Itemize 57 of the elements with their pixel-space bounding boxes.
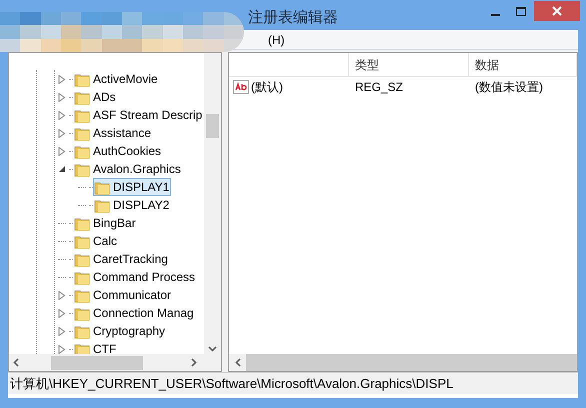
column-header[interactable]: 数据 <box>469 53 577 76</box>
folder-icon <box>74 216 90 230</box>
folder-icon <box>74 324 90 338</box>
folder-icon <box>74 72 90 86</box>
expand-arrow-icon[interactable] <box>58 326 66 336</box>
tree-item[interactable]: AuthCookies <box>73 142 164 160</box>
folder-icon <box>94 198 110 212</box>
tree-item[interactable]: BingBar <box>73 214 138 232</box>
column-header[interactable]: 类型 <box>349 53 469 76</box>
tree-item[interactable]: ActiveMovie <box>73 70 160 88</box>
scrollbar-thumb[interactable] <box>51 356 143 370</box>
vertical-scrollbar[interactable] <box>204 53 221 354</box>
folder-icon <box>74 162 90 176</box>
folder-icon <box>74 270 90 284</box>
tree-item[interactable]: Command Process <box>73 268 198 286</box>
expand-arrow-icon[interactable] <box>58 308 66 318</box>
expand-arrow-icon[interactable] <box>58 290 66 300</box>
tree-item[interactable]: Cryptography <box>73 322 168 340</box>
close-button[interactable] <box>534 1 580 21</box>
folder-icon <box>74 108 90 122</box>
folder-icon <box>74 306 90 320</box>
table-cell-text: (数值未设置) <box>474 79 543 96</box>
table-cell-text: REG_SZ <box>354 79 404 96</box>
table-cell-text: (默认) <box>251 79 283 96</box>
tree-item[interactable]: DISPLAY2 <box>93 196 172 214</box>
tree-item[interactable]: Assistance <box>73 124 154 142</box>
folder-icon <box>74 342 90 354</box>
folder-icon <box>94 180 110 194</box>
scrollbar-thumb[interactable] <box>206 114 219 138</box>
folder-icon <box>74 234 90 248</box>
expand-arrow-icon[interactable] <box>58 74 66 84</box>
tree-item[interactable]: ASF Stream Descrip <box>73 106 204 124</box>
expand-arrow-icon[interactable] <box>58 146 66 156</box>
tree-item[interactable]: Avalon.Graphics <box>73 160 183 178</box>
tree-item[interactable]: Connection Manag <box>73 304 196 322</box>
status-bar: 计算机\HKEY_CURRENT_USER\Software\Microsoft\Avalon.Graphics\DISPL <box>8 372 578 394</box>
tree-item[interactable]: Communicator <box>73 286 174 304</box>
horizontal-scrollbar[interactable] <box>229 354 577 371</box>
expand-arrow-icon[interactable] <box>58 344 66 354</box>
folder-icon <box>74 288 90 302</box>
expand-arrow-icon[interactable] <box>58 110 66 120</box>
folder-icon <box>74 252 90 266</box>
horizontal-scrollbar[interactable] <box>9 354 221 371</box>
collapse-arrow-icon[interactable] <box>58 164 66 174</box>
expand-arrow-icon[interactable] <box>58 92 66 102</box>
folder-icon <box>74 144 90 158</box>
expand-arrow-icon[interactable] <box>58 128 66 138</box>
folder-icon <box>74 90 90 104</box>
tree-item[interactable]: CaretTracking <box>73 250 170 268</box>
tree-item[interactable]: DISPLAY1 <box>93 178 172 196</box>
string-value-icon <box>233 80 249 94</box>
tree-item[interactable]: ADs <box>73 88 118 106</box>
menu-item[interactable]: (H) <box>266 30 287 48</box>
tree-item[interactable]: Calc <box>73 232 120 250</box>
close-icon <box>552 6 562 16</box>
window-title: 注册表编辑器 <box>248 8 338 28</box>
folder-icon <box>74 126 90 140</box>
